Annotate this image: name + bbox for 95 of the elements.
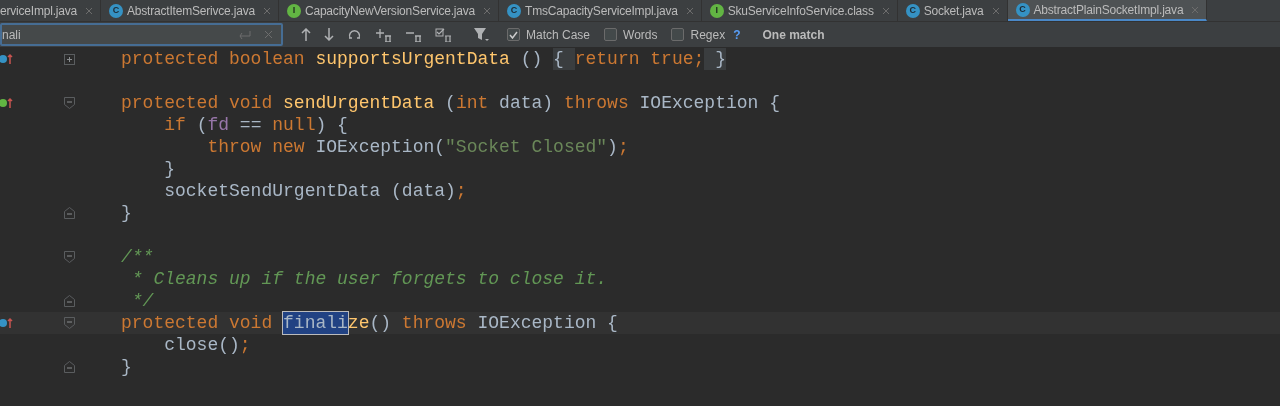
code-token: protected void: [121, 92, 274, 114]
close-icon[interactable]: [991, 6, 1000, 15]
code-token: "Socket Closed": [445, 136, 608, 158]
code-token: throws: [563, 92, 630, 114]
class-icon: C: [1015, 2, 1030, 17]
class-icon: C: [109, 3, 124, 18]
collapse-fold-icon[interactable]: [64, 97, 75, 109]
tab-label: Socket.java: [923, 2, 984, 20]
code-token: (: [444, 92, 456, 114]
editor-tab[interactable]: I CapacityNewVersionService.java: [278, 0, 500, 21]
arrow-up-icon[interactable]: [301, 28, 311, 41]
code-token: throws: [401, 312, 468, 334]
editor-tab[interactable]: C TmsCapacityServiceImpl.java: [499, 0, 702, 21]
code-token: null: [272, 114, 316, 136]
editor-tab[interactable]: C AbstractItemSerivce.java: [101, 0, 279, 21]
editor-tab[interactable]: C Socket.java: [897, 0, 1008, 21]
code-token: ) {: [315, 114, 348, 136]
code-token: {: [553, 48, 575, 70]
code-token: (: [196, 114, 208, 136]
arrow-down-icon[interactable]: [324, 28, 334, 41]
code-token: protected void: [121, 312, 274, 334]
select-all-icon[interactable]: [347, 27, 362, 42]
editor-tab[interactable]: I SkuServiceInfoService.class: [701, 0, 898, 21]
fold-end-icon[interactable]: [64, 361, 75, 373]
match-count: One match: [762, 26, 825, 44]
code-token: }: [121, 356, 132, 378]
collapse-fold-icon[interactable]: [64, 251, 75, 263]
code-token: */: [130, 290, 154, 312]
code-token: if: [163, 114, 187, 136]
code-token: (): [519, 48, 544, 70]
close-icon[interactable]: [881, 6, 890, 15]
tab-label: SkuServiceInfoService.class: [727, 2, 874, 20]
search-field[interactable]: nali: [0, 23, 283, 46]
code-token: fd: [207, 114, 230, 136]
checkbox-label: Words: [623, 26, 658, 44]
add-occurrence-icon[interactable]: [375, 27, 392, 42]
code-token: * Cleans up if the user forgets to close it.: [130, 268, 608, 290]
code-token: (): [369, 312, 393, 334]
code-token: ;: [455, 180, 467, 202]
enter-icon[interactable]: [238, 29, 252, 40]
class-icon: C: [905, 3, 920, 18]
checkbox[interactable]: [507, 28, 520, 41]
checkbox-label: Regex: [690, 26, 726, 44]
select-occurrences-icon[interactable]: [435, 27, 452, 42]
search-text: nali: [2, 26, 22, 44]
editor-tab[interactable]: erviceImpl.java: [0, 0, 102, 21]
checkbox[interactable]: [671, 28, 685, 41]
code-token: /**: [121, 246, 154, 268]
code-token: supportsUrgentData: [315, 48, 510, 70]
override-method-icon[interactable]: [0, 53, 14, 65]
interface-icon: I: [286, 3, 301, 18]
tab-label: AbstractPlainSocketImpl.java: [1033, 1, 1184, 19]
code-token: IOException {: [477, 312, 618, 334]
implement-method-icon[interactable]: [0, 97, 14, 109]
search-match: finali: [283, 312, 348, 334]
code-token: }: [163, 158, 175, 180]
checkbox-label: Match Case: [526, 26, 591, 44]
code-token: }: [704, 48, 726, 70]
code-token: ;: [617, 136, 629, 158]
code-token: IOException {: [639, 92, 780, 114]
fold-end-icon[interactable]: [64, 295, 75, 307]
code-token: socketSendUrgentData (data): [163, 180, 456, 202]
filter-icon[interactable]: [473, 27, 489, 42]
code-token: }: [121, 202, 132, 224]
close-icon[interactable]: [262, 6, 271, 15]
tab-label: erviceImpl.java: [0, 2, 78, 20]
code-token: ze: [347, 312, 370, 334]
code-token: return true;: [574, 48, 705, 70]
close-icon[interactable]: [85, 6, 94, 15]
code-token: ;: [239, 334, 251, 356]
fold-end-icon[interactable]: [64, 207, 75, 219]
code-token: close(): [163, 334, 240, 356]
close-icon[interactable]: [685, 6, 694, 15]
close-icon[interactable]: [1191, 5, 1200, 14]
tab-label: CapacityNewVersionService.java: [304, 2, 476, 20]
override-method-icon[interactable]: [0, 317, 14, 329]
help-link[interactable]: ?: [733, 25, 741, 44]
code-token: int: [455, 92, 490, 114]
close-icon[interactable]: [264, 30, 273, 39]
expand-fold-icon[interactable]: [64, 53, 75, 65]
code-token: IOException(: [315, 136, 446, 158]
code-token: ): [607, 136, 618, 158]
checkbox[interactable]: [604, 28, 618, 41]
editor-tab[interactable]: C AbstractPlainSocketImpl.java: [1007, 0, 1208, 21]
code-token: protected boolean: [121, 48, 306, 70]
collapse-fold-icon[interactable]: [64, 317, 75, 329]
class-icon: C: [507, 3, 522, 18]
code-token: ==: [238, 114, 263, 136]
code-token: throw new: [206, 136, 306, 158]
code-token: sendUrgentData: [283, 92, 435, 114]
tab-label: AbstractItemSerivce.java: [127, 2, 255, 20]
tab-label: TmsCapacityServiceImpl.java: [525, 2, 678, 20]
code-token: data): [499, 92, 555, 114]
interface-icon: I: [709, 3, 724, 18]
close-icon[interactable]: [483, 6, 492, 15]
